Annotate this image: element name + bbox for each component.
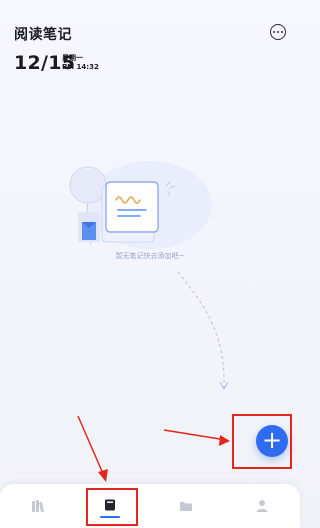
sparkle-icon bbox=[165, 181, 176, 197]
folder-icon bbox=[180, 502, 192, 511]
empty-state-hint: 暂无笔记快去添加吧~ bbox=[115, 252, 185, 260]
balloon-icon bbox=[69, 166, 107, 245]
dashed-arrow-head bbox=[219, 381, 229, 391]
plus-icon: + bbox=[261, 426, 283, 454]
tab-profile[interactable] bbox=[242, 490, 282, 522]
add-note-button[interactable]: + bbox=[256, 425, 288, 457]
more-icon bbox=[273, 31, 283, 33]
note-card-icon bbox=[105, 181, 159, 233]
tab-notes[interactable] bbox=[90, 490, 130, 522]
book-icon bbox=[78, 212, 100, 242]
note-icon bbox=[105, 499, 115, 511]
user-icon bbox=[256, 500, 268, 512]
tab-active-indicator bbox=[100, 516, 120, 518]
books-icon bbox=[32, 500, 44, 513]
annotation-arrow-fab bbox=[163, 429, 230, 446]
tab-folder[interactable] bbox=[166, 490, 206, 522]
bottom-tab-bar bbox=[0, 484, 300, 528]
weekday-label: 星期一 bbox=[62, 54, 83, 62]
illustration-blob bbox=[88, 161, 212, 249]
tab-books[interactable] bbox=[18, 490, 58, 522]
time-label: PM 14:32 bbox=[62, 63, 99, 71]
more-button[interactable] bbox=[270, 24, 286, 40]
dashed-guide-arrow bbox=[177, 271, 225, 389]
annotation-arrow-tab bbox=[77, 415, 108, 482]
paper-back bbox=[101, 185, 155, 243]
empty-state-illustration bbox=[69, 161, 230, 482]
page-title: 阅读笔记 bbox=[14, 27, 72, 43]
